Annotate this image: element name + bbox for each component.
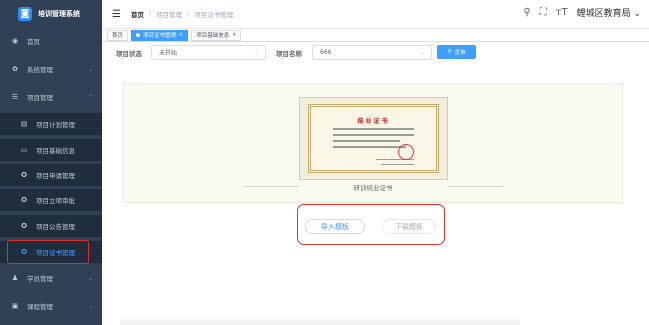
sidebar-item-label: 项目申请管理	[36, 172, 75, 180]
status-label: 项目状态	[116, 50, 142, 58]
circle-icon: ✪	[21, 171, 27, 179]
close-icon[interactable]: ×	[179, 32, 183, 38]
chevron-down-icon: ⌄	[87, 65, 93, 73]
divider	[448, 186, 503, 187]
fullscreen-icon[interactable]: ⛶	[540, 7, 547, 18]
sidebar-item-system[interactable]: ✿ 系统管理 ⌄	[0, 58, 102, 80]
calendar-icon: ▤	[20, 120, 28, 128]
breadcrumb: 首页 / 项目管理 / 项目证书管理	[131, 9, 233, 19]
import-template-button[interactable]: 导入模板	[305, 219, 365, 234]
name-label: 项目名称	[276, 50, 302, 58]
tag-project-info[interactable]: 项目基础信息 ×	[191, 29, 242, 41]
monitor-icon: ▭	[20, 146, 28, 154]
certificate-border: 结业证书	[308, 104, 439, 173]
certificate-text-line	[333, 146, 406, 148]
breadcrumb-separator: /	[148, 10, 152, 18]
certificate-text-line	[381, 164, 414, 165]
chevron-down-icon: ⌄	[419, 49, 425, 56]
actions-highlight: 导入模板 下载模板	[297, 204, 445, 245]
tag-label: 项目证书管理	[143, 33, 177, 39]
circle-icon: ✪	[21, 196, 27, 204]
breadcrumb-home[interactable]: 首页	[131, 9, 144, 19]
breadcrumb-item: 项目证书管理	[194, 11, 234, 19]
search-icon: ⚲	[447, 49, 452, 55]
tag-label: 项目基础信息	[196, 33, 230, 39]
chevron-down-icon: ⌄	[253, 49, 259, 56]
app-title: 培训管理系统	[38, 10, 80, 18]
search-button-label: 查询	[454, 50, 466, 56]
hamburger-icon[interactable]: ☰	[112, 9, 121, 20]
name-value: 666	[320, 49, 332, 56]
circle-icon: ✪	[21, 222, 27, 230]
name-select[interactable]: 666 ⌄	[312, 45, 432, 60]
tag-label: 首页	[112, 33, 124, 39]
top-header: ☰ 首页 / 项目管理 / 项目证书管理 ⚲ ⛶ тT 鲤城区教育局 ⌄	[102, 0, 649, 28]
app-logo-icon: ◙	[18, 7, 32, 21]
status-value: 未开始	[159, 50, 178, 57]
highlight-box	[7, 240, 89, 264]
chevron-down-icon: ⌄	[87, 274, 93, 282]
sidebar-item-label: 系统管理	[27, 66, 53, 74]
user-icon: ♟	[11, 274, 19, 282]
sidebar-item-label: 项目管理	[27, 94, 53, 102]
certificate-text-line	[333, 134, 414, 136]
sidebar-item-project-notice[interactable]: ✪ 项目公告管理	[0, 215, 102, 237]
certificate-text-line	[333, 140, 400, 142]
search-button[interactable]: ⚲ 查询	[437, 45, 476, 59]
certificate-caption: 研训结业证书	[353, 184, 393, 192]
sidebar-item-project[interactable]: ☰ 项目管理 ⌃	[0, 86, 102, 108]
header-tools: ⚲ ⛶ тT 鲤城区教育局 ⌄	[523, 6, 641, 19]
bottom-shadow	[120, 316, 520, 325]
tag-certificate[interactable]: 项目证书管理 ×	[131, 29, 189, 41]
sidebar-item-label: 项目基础信息	[36, 147, 75, 155]
filter-bar: 项目状态 未开始 ⌄ 项目名称 666 ⌄ ⚲ 查询	[102, 42, 649, 64]
sidebar-item-label: 项目立项审批	[36, 197, 75, 205]
sidebar-item-project-apply[interactable]: ✪ 项目申请管理	[0, 164, 102, 186]
org-name: 鲤城区教育局	[576, 9, 631, 19]
chevron-down-icon: ⌄	[87, 302, 93, 310]
certificate-text-line	[333, 128, 414, 130]
active-dot-icon	[136, 33, 141, 37]
font-size-icon[interactable]: тT	[556, 7, 568, 18]
close-icon[interactable]: ×	[232, 32, 236, 38]
sidebar-item-label: 首页	[27, 38, 40, 46]
sidebar-item-label: 项目计划管理	[36, 121, 75, 129]
status-select[interactable]: 未开始 ⌄	[151, 45, 266, 60]
sidebar-item-students[interactable]: ♟ 学员管理 ⌄	[0, 267, 102, 289]
sidebar-item-label: 项目公告管理	[36, 223, 75, 231]
breadcrumb-separator: /	[187, 10, 190, 18]
sidebar-item-home[interactable]: ◉ 首页	[0, 30, 102, 52]
sidebar-item-project-approve[interactable]: ✪ 项目立项审批	[0, 189, 102, 211]
org-selector[interactable]: 鲤城区教育局 ⌄	[577, 6, 641, 19]
certificate-image: 结业证书	[299, 97, 448, 180]
book-icon: ▣	[11, 302, 19, 310]
dashboard-icon: ◉	[11, 37, 19, 45]
sidebar-item-project-plan[interactable]: ▤ 项目计划管理	[0, 113, 102, 135]
sidebar-item-courses[interactable]: ▣ 课程管理 ⌄	[0, 295, 102, 317]
download-template-button[interactable]: 下载模板	[382, 219, 436, 234]
breadcrumb-item: 项目管理	[156, 11, 183, 19]
search-icon[interactable]: ⚲	[523, 7, 530, 18]
tag-home[interactable]: 首页	[107, 29, 129, 41]
chevron-up-icon: ⌃	[87, 93, 93, 101]
list-icon: ☰	[11, 93, 19, 101]
sidebar-item-project-info[interactable]: ▭ 项目基础信息	[0, 139, 102, 161]
brand: ◙ 培训管理系统	[0, 0, 102, 28]
sidebar: ◙ 培训管理系统 ◉ 首页 ✿ 系统管理 ⌄ ☰ 项目管理 ⌃ ▤ 项目计划管理…	[0, 0, 102, 325]
sidebar-item-label: 学员管理	[27, 275, 53, 283]
certificate-title: 结业证书	[357, 118, 390, 125]
sidebar-item-label: 课程管理	[27, 303, 53, 311]
gear-icon: ✿	[12, 65, 18, 73]
seal-icon	[398, 144, 414, 160]
tags-view: 首页 项目证书管理 × 项目基础信息 ×	[102, 28, 649, 42]
certificate-panel: 结业证书 研训结业证书	[123, 83, 623, 203]
